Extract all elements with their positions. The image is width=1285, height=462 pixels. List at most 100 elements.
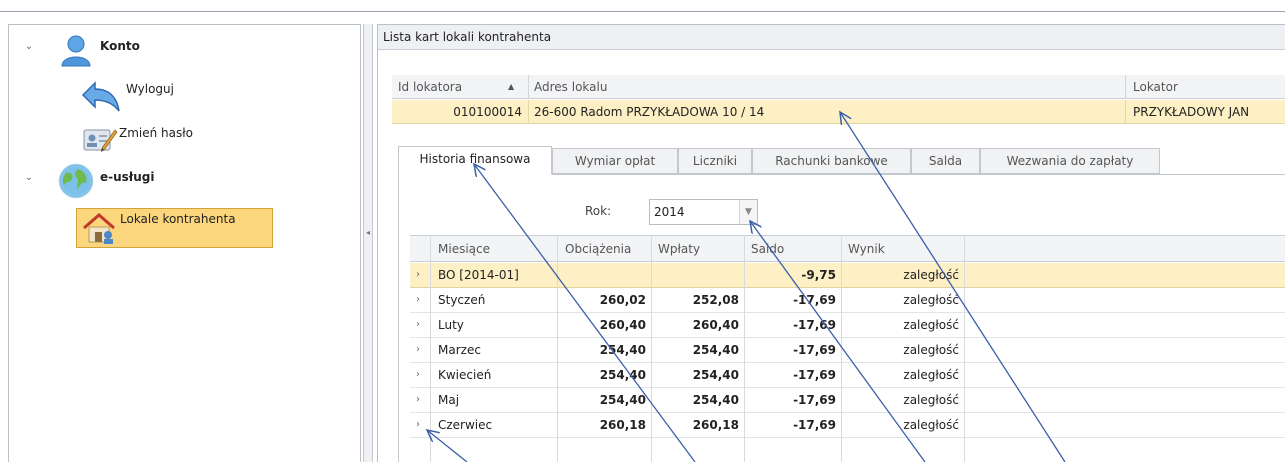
cell-result: zaległość bbox=[903, 418, 959, 432]
cell-result: zaległość bbox=[903, 318, 959, 332]
column-header-address[interactable]: Adres lokalu bbox=[534, 75, 834, 99]
cell-balance: -17,69 bbox=[793, 368, 836, 382]
locals-grid-header: Id lokatora ▲ Adres lokalu Lokator bbox=[392, 75, 1285, 99]
column-header-result[interactable]: Wynik bbox=[848, 237, 885, 261]
tab-salda[interactable]: Salda bbox=[911, 148, 980, 174]
tree-node-wyloguj[interactable]: Wyloguj bbox=[126, 82, 174, 96]
column-divider bbox=[964, 235, 965, 462]
tab-strip: Historia finansowa Wymiar opłat Liczniki… bbox=[398, 146, 1160, 175]
column-divider bbox=[1125, 100, 1126, 124]
id-card-pen-icon bbox=[82, 124, 118, 157]
cell-balance: -17,69 bbox=[793, 393, 836, 407]
cell-result: zaległość bbox=[903, 343, 959, 357]
dropdown-arrow-icon[interactable]: ▼ bbox=[739, 200, 757, 224]
cell-charges: 260,40 bbox=[599, 318, 646, 332]
tab-rachunki-bankowe[interactable]: Rachunki bankowe bbox=[752, 148, 911, 174]
year-select[interactable]: 2014 ▼ bbox=[649, 199, 758, 225]
user-icon bbox=[59, 33, 93, 70]
year-value: 2014 bbox=[654, 205, 685, 219]
column-header-id[interactable]: Id lokatora bbox=[398, 75, 498, 99]
tab-wymiar-oplat[interactable]: Wymiar opłat bbox=[552, 148, 678, 174]
cell-charges: 260,18 bbox=[599, 418, 646, 432]
table-row[interactable]: › Luty 260,40 260,40 -17,69 zaległość bbox=[410, 313, 1285, 338]
cell-result: zaległość bbox=[903, 293, 959, 307]
column-divider bbox=[744, 235, 745, 462]
expand-row-icon[interactable]: › bbox=[416, 338, 426, 362]
expand-row-icon[interactable]: › bbox=[416, 413, 426, 437]
expand-row-icon[interactable]: › bbox=[416, 363, 426, 387]
expand-row-icon[interactable]: › bbox=[416, 288, 426, 312]
column-divider bbox=[557, 235, 558, 462]
cell-payments: 254,40 bbox=[692, 343, 739, 357]
cell-month: Marzec bbox=[438, 343, 481, 357]
cell-result: zaległość bbox=[903, 368, 959, 382]
tree-node-e-uslugi[interactable]: e-usługi bbox=[100, 170, 155, 184]
tree-node-lokale-kontrahenta[interactable]: Lokale kontrahenta bbox=[120, 212, 236, 226]
chevron-down-icon[interactable]: ⌄ bbox=[23, 172, 35, 183]
table-row[interactable]: › Kwiecień 254,40 254,40 -17,69 zaległość bbox=[410, 363, 1285, 388]
year-label: Rok: bbox=[585, 204, 612, 218]
table-row[interactable]: › BO [2014-01] -9,75 zaległość bbox=[410, 263, 1285, 288]
cell-month: Luty bbox=[438, 318, 464, 332]
finance-grid-header: Miesiące Obciążenia Wpłaty Saldo Wynik bbox=[410, 235, 1285, 262]
column-header-balance[interactable]: Saldo bbox=[751, 237, 784, 261]
globe-icon bbox=[58, 163, 94, 202]
cell-payments: 260,40 bbox=[692, 318, 739, 332]
cell-month: Styczeń bbox=[438, 293, 486, 307]
cell-payments bbox=[651, 263, 739, 287]
splitter-grip-icon[interactable]: ◂ bbox=[366, 217, 370, 249]
splitter[interactable]: ◂ bbox=[363, 24, 373, 462]
column-divider bbox=[528, 100, 529, 124]
column-header-payments[interactable]: Wpłaty bbox=[658, 237, 700, 261]
column-divider bbox=[430, 235, 431, 462]
cell-month: Maj bbox=[438, 393, 460, 407]
table-row[interactable]: › Marzec 254,40 254,40 -17,69 zaległość bbox=[410, 338, 1285, 363]
column-divider[interactable] bbox=[1125, 75, 1126, 99]
table-row[interactable]: › Czerwiec 260,18 260,18 -17,69 zaległość bbox=[410, 413, 1285, 438]
cell-tenant: PRZYKŁADOWY JAN bbox=[1133, 105, 1250, 119]
expand-row-icon[interactable]: › bbox=[416, 388, 426, 412]
cell-balance: -17,69 bbox=[793, 318, 836, 332]
column-divider[interactable] bbox=[528, 75, 529, 99]
table-row[interactable]: › Maj 254,40 254,40 -17,69 zaległość bbox=[410, 388, 1285, 413]
column-header-tenant[interactable]: Lokator bbox=[1133, 75, 1283, 99]
cell-month: BO [2014-01] bbox=[438, 268, 519, 282]
cell-id: 010100014 bbox=[453, 105, 522, 119]
cell-month: Czerwiec bbox=[438, 418, 493, 432]
cell-balance: -17,69 bbox=[793, 293, 836, 307]
tab-wezwania-do-zaplaty[interactable]: Wezwania do zapłaty bbox=[980, 148, 1160, 174]
tab-liczniki[interactable]: Liczniki bbox=[678, 148, 752, 174]
expand-row-icon[interactable]: › bbox=[416, 313, 426, 337]
sort-asc-icon[interactable]: ▲ bbox=[508, 75, 520, 99]
cell-charges: 254,40 bbox=[599, 368, 646, 382]
cell-result: zaległość bbox=[903, 268, 959, 282]
table-row[interactable]: › Styczeń 260,02 252,08 -17,69 zaległość bbox=[410, 288, 1285, 313]
cell-balance: -17,69 bbox=[793, 418, 836, 432]
top-toolbar bbox=[0, 0, 1285, 12]
sidebar-tree: ⌄ Konto Wyloguj Zmień hasło ⌄ e-usługi L… bbox=[8, 24, 361, 462]
cell-result: zaległość bbox=[903, 393, 959, 407]
column-header-charges[interactable]: Obciążenia bbox=[565, 237, 631, 261]
cell-payments: 254,40 bbox=[692, 368, 739, 382]
column-header-months[interactable]: Miesiące bbox=[438, 237, 490, 261]
column-divider bbox=[841, 235, 842, 462]
cell-balance: -9,75 bbox=[801, 268, 836, 282]
expand-row-icon[interactable]: › bbox=[416, 263, 426, 287]
tree-node-konto[interactable]: Konto bbox=[100, 39, 140, 53]
tree-node-zmien-haslo[interactable]: Zmień hasło bbox=[119, 126, 193, 140]
cell-charges: 254,40 bbox=[599, 343, 646, 357]
logout-arrow-icon bbox=[81, 79, 123, 116]
cell-charges: 260,02 bbox=[599, 293, 646, 307]
chevron-down-icon[interactable]: ⌄ bbox=[23, 41, 35, 52]
cell-payments: 260,18 bbox=[692, 418, 739, 432]
cell-charges: 254,40 bbox=[599, 393, 646, 407]
cell-charges bbox=[557, 263, 646, 287]
tab-historia-finansowa[interactable]: Historia finansowa bbox=[398, 146, 552, 175]
table-row[interactable]: 010100014 26-600 Radom PRZYKŁADOWA 10 / … bbox=[392, 100, 1285, 124]
cell-balance: -17,69 bbox=[793, 343, 836, 357]
panel-title: Lista kart lokali kontrahenta bbox=[378, 25, 1285, 50]
main-panel: Lista kart lokali kontrahenta Id lokator… bbox=[377, 24, 1285, 462]
cell-address: 26-600 Radom PRZYKŁADOWA 10 / 14 bbox=[534, 105, 765, 119]
cell-payments: 254,40 bbox=[692, 393, 739, 407]
house-icon bbox=[81, 211, 117, 248]
